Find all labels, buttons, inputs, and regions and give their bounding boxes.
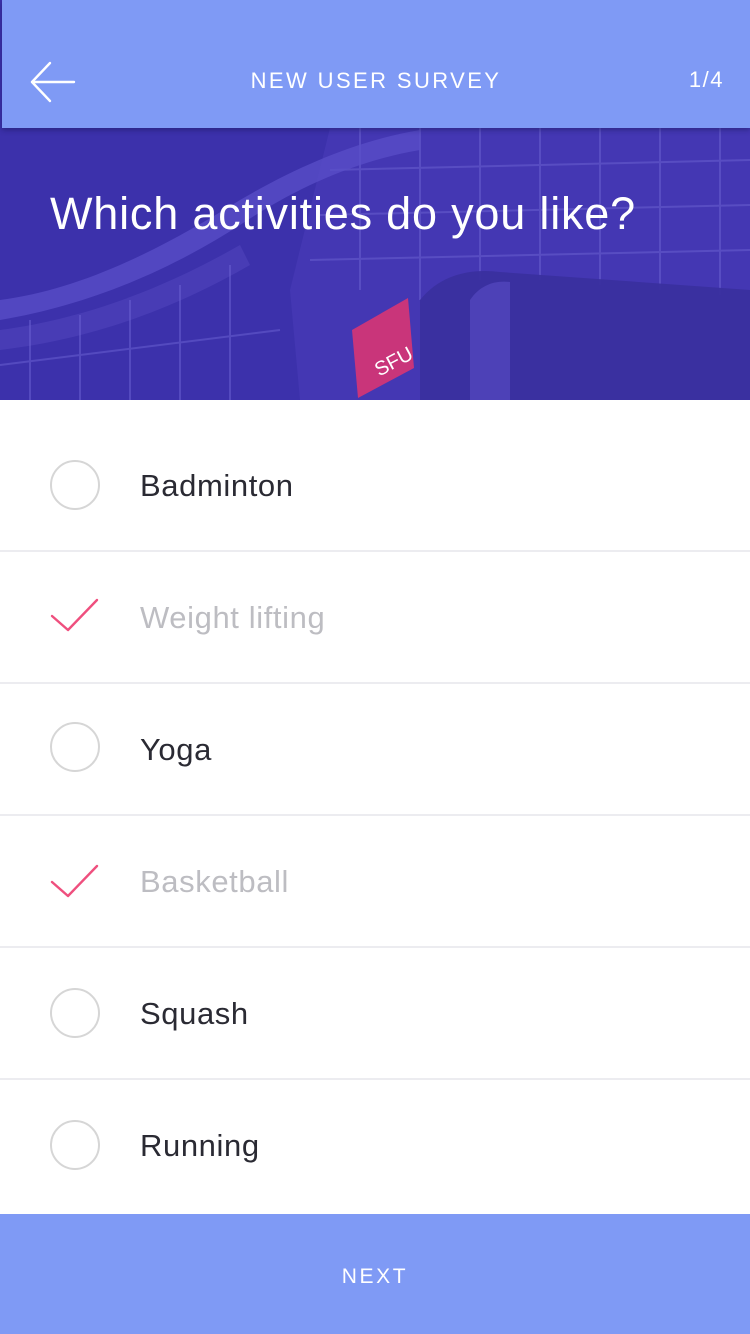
radio-circle-icon (50, 988, 100, 1038)
option-squash[interactable]: Squash (0, 948, 750, 1080)
step-counter: 1/4 (688, 67, 724, 92)
option-label: Running (140, 1128, 260, 1163)
option-label: Yoga (140, 732, 212, 767)
option-weight-lifting[interactable]: Weight lifting (0, 552, 750, 684)
radio-circle-icon (50, 1120, 100, 1170)
nav-title: NEW USER SURVEY (250, 68, 502, 93)
next-button[interactable]: NEXT (0, 1214, 750, 1334)
option-basketball[interactable]: Basketball (0, 816, 750, 948)
activity-options-list: Badminton Weight lifting Yoga Basketball… (0, 400, 750, 1212)
option-label: Basketball (140, 864, 290, 899)
top-nav-bar: NEW USER SURVEY 1/4 (2, 0, 750, 128)
question-heading: Which activities do you like? (50, 188, 636, 239)
option-label: Badminton (140, 468, 294, 503)
option-yoga[interactable]: Yoga (0, 684, 750, 816)
radio-circle-icon (50, 460, 100, 510)
survey-screen: SFU Which activities do you like? NEW US… (0, 0, 750, 1334)
option-label: Weight lifting (140, 600, 326, 635)
radio-circle-icon (50, 722, 100, 772)
option-running[interactable]: Running (0, 1080, 750, 1212)
checkmark-icon (50, 864, 99, 898)
option-badminton[interactable]: Badminton (0, 400, 750, 552)
option-label: Squash (140, 996, 249, 1031)
checkmark-icon (50, 598, 99, 632)
